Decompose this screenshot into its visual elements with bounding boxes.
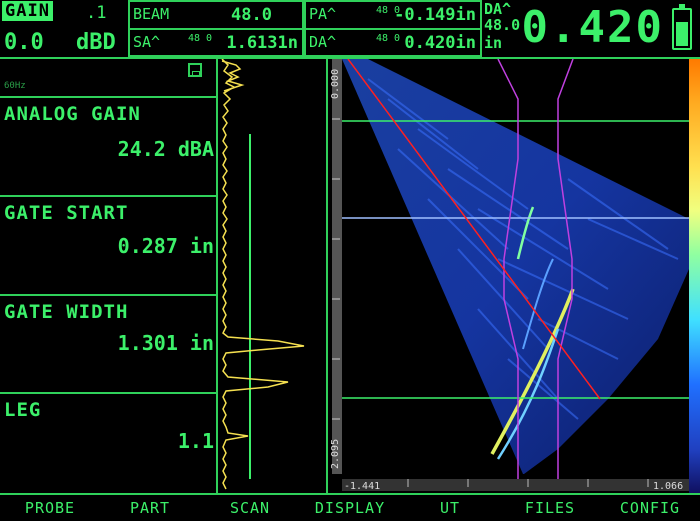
beam-value: 48.0 bbox=[231, 5, 272, 25]
parameter-panel: 60Hz ANALOG GAIN 24.2 dBA GATE START 0.2… bbox=[0, 59, 218, 493]
param-divider bbox=[0, 195, 218, 197]
gain-value: 0.0 bbox=[4, 30, 44, 55]
menu-files[interactable]: FILES bbox=[500, 495, 600, 521]
x-ruler bbox=[342, 479, 689, 491]
big-reading-box: DA^ 48.0 in 0.420 bbox=[482, 0, 668, 57]
frequency-label: 60Hz bbox=[4, 81, 26, 91]
menu-display[interactable]: DISPLAY bbox=[300, 495, 400, 521]
da-value: 0.420in bbox=[404, 33, 476, 53]
s-scan-view[interactable]: 0.000 2.095 -1.441 1.066 bbox=[328, 59, 689, 493]
da-label: DA^ bbox=[309, 33, 337, 51]
leg-label[interactable]: LEG bbox=[4, 399, 41, 421]
big-reading-angle: 48.0 bbox=[484, 16, 521, 34]
save-icon[interactable] bbox=[188, 63, 202, 77]
menu-config[interactable]: CONFIG bbox=[600, 495, 700, 521]
analog-gain-value[interactable]: 24.2 dBA bbox=[118, 137, 214, 161]
gate-width-label[interactable]: GATE WIDTH bbox=[4, 301, 128, 323]
gain-unit: dBD bbox=[76, 30, 116, 55]
x-ruler-left-label: -1.441 bbox=[344, 481, 380, 492]
leg-value[interactable]: 1.1 bbox=[178, 429, 214, 453]
header: GAIN .1 0.0 dBD BEAM 48.0 SA^ 48 0 1.613… bbox=[0, 0, 700, 57]
a-scan-trace bbox=[221, 59, 305, 490]
pa-label: PA^ bbox=[309, 5, 337, 23]
ruler-bottom-label: 2.095 bbox=[330, 439, 341, 469]
a-scan-waveform bbox=[221, 59, 305, 490]
gate-start-value[interactable]: 0.287 in bbox=[118, 234, 214, 258]
battery-level bbox=[676, 22, 688, 46]
menu-scan[interactable]: SCAN bbox=[200, 495, 300, 521]
big-reading-unit: in bbox=[484, 34, 503, 52]
analog-gain-label[interactable]: ANALOG GAIN bbox=[4, 103, 141, 125]
sa-angle: 48 0 bbox=[188, 33, 213, 44]
gain-step: .1 bbox=[86, 3, 107, 23]
gate-width-value[interactable]: 1.301 in bbox=[118, 331, 214, 355]
main-menu: PROBE PART SCAN DISPLAY UT FILES CONFIG bbox=[0, 495, 700, 521]
ruler-top-label: 0.000 bbox=[330, 69, 341, 99]
sa-readout: SA^ 48 0 1.6131n bbox=[128, 28, 304, 57]
beam-readout: BEAM 48.0 bbox=[128, 0, 304, 30]
menu-part[interactable]: PART bbox=[100, 495, 200, 521]
gate-start-label[interactable]: GATE START bbox=[4, 202, 128, 224]
beam-label: BEAM bbox=[133, 5, 170, 23]
gain-label: GAIN bbox=[2, 1, 53, 21]
color-palette-bar bbox=[689, 59, 700, 493]
depth-ruler bbox=[332, 59, 342, 474]
x-ruler-right-label: 1.066 bbox=[653, 481, 683, 492]
gain-readout[interactable]: GAIN .1 0.0 dBD bbox=[0, 0, 128, 57]
param-divider bbox=[0, 96, 218, 98]
big-reading-value: 0.420 bbox=[521, 2, 664, 53]
param-divider bbox=[0, 294, 218, 296]
sa-label: SA^ bbox=[133, 33, 161, 51]
menu-probe[interactable]: PROBE bbox=[0, 495, 100, 521]
da-angle: 48 0 bbox=[376, 33, 401, 44]
da-readout: DA^ 48 0 0.420in bbox=[304, 28, 482, 57]
menu-ut[interactable]: UT bbox=[400, 495, 500, 521]
battery-icon bbox=[672, 4, 692, 50]
pa-value: -0.149in bbox=[394, 5, 476, 25]
sa-value: 1.6131n bbox=[226, 33, 298, 53]
param-divider bbox=[0, 392, 218, 394]
pa-readout: PA^ 48 0 -0.149in bbox=[304, 0, 482, 30]
